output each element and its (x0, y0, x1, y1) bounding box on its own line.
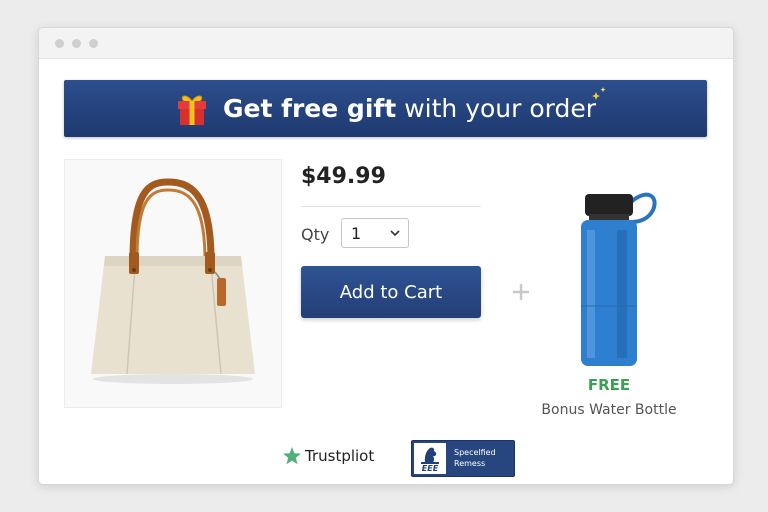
banner-headline: Get free gift (222, 94, 397, 123)
badge-emblem-label: EEE (421, 464, 439, 473)
trustpilot-badge[interactable]: Trustpliot (282, 446, 374, 466)
free-label: FREE (587, 376, 631, 394)
sparkle-icon (592, 87, 606, 100)
badge-emblem: EEE (414, 443, 446, 474)
window-control-dot[interactable] (89, 39, 98, 48)
add-to-cart-button[interactable]: Add to Cart (301, 266, 481, 318)
bonus-item-label: Bonus Water Bottle (541, 402, 677, 418)
product-image[interactable] (64, 159, 282, 408)
chevron-down-icon (390, 230, 400, 237)
gift-icon (177, 95, 206, 125)
product-price: $49.99 (301, 164, 386, 189)
quantity-label: Qty (301, 225, 330, 244)
security-badge[interactable]: EEE Specelfied Remess (411, 440, 515, 477)
water-bottle-image (581, 192, 657, 366)
browser-window: Get free gift with your order $49.99 Qty … (38, 27, 734, 485)
window-control-dot[interactable] (55, 39, 64, 48)
banner-subtext: with your order (404, 94, 597, 123)
trustpilot-label: Trustpliot (305, 447, 375, 465)
star-icon (283, 447, 301, 465)
plus-icon (513, 284, 529, 300)
window-titlebar (39, 28, 733, 59)
quantity-value: 1 (351, 224, 362, 243)
badge-line-1: Specelfied (454, 448, 496, 457)
window-control-dot[interactable] (72, 39, 81, 48)
figure-icon (421, 447, 439, 464)
quantity-select[interactable]: 1 (341, 218, 409, 248)
badge-line-2: Remess (454, 459, 486, 468)
tote-bag-image (91, 178, 255, 384)
divider (301, 206, 481, 207)
free-gift-banner: Get free gift with your order (64, 80, 707, 137)
